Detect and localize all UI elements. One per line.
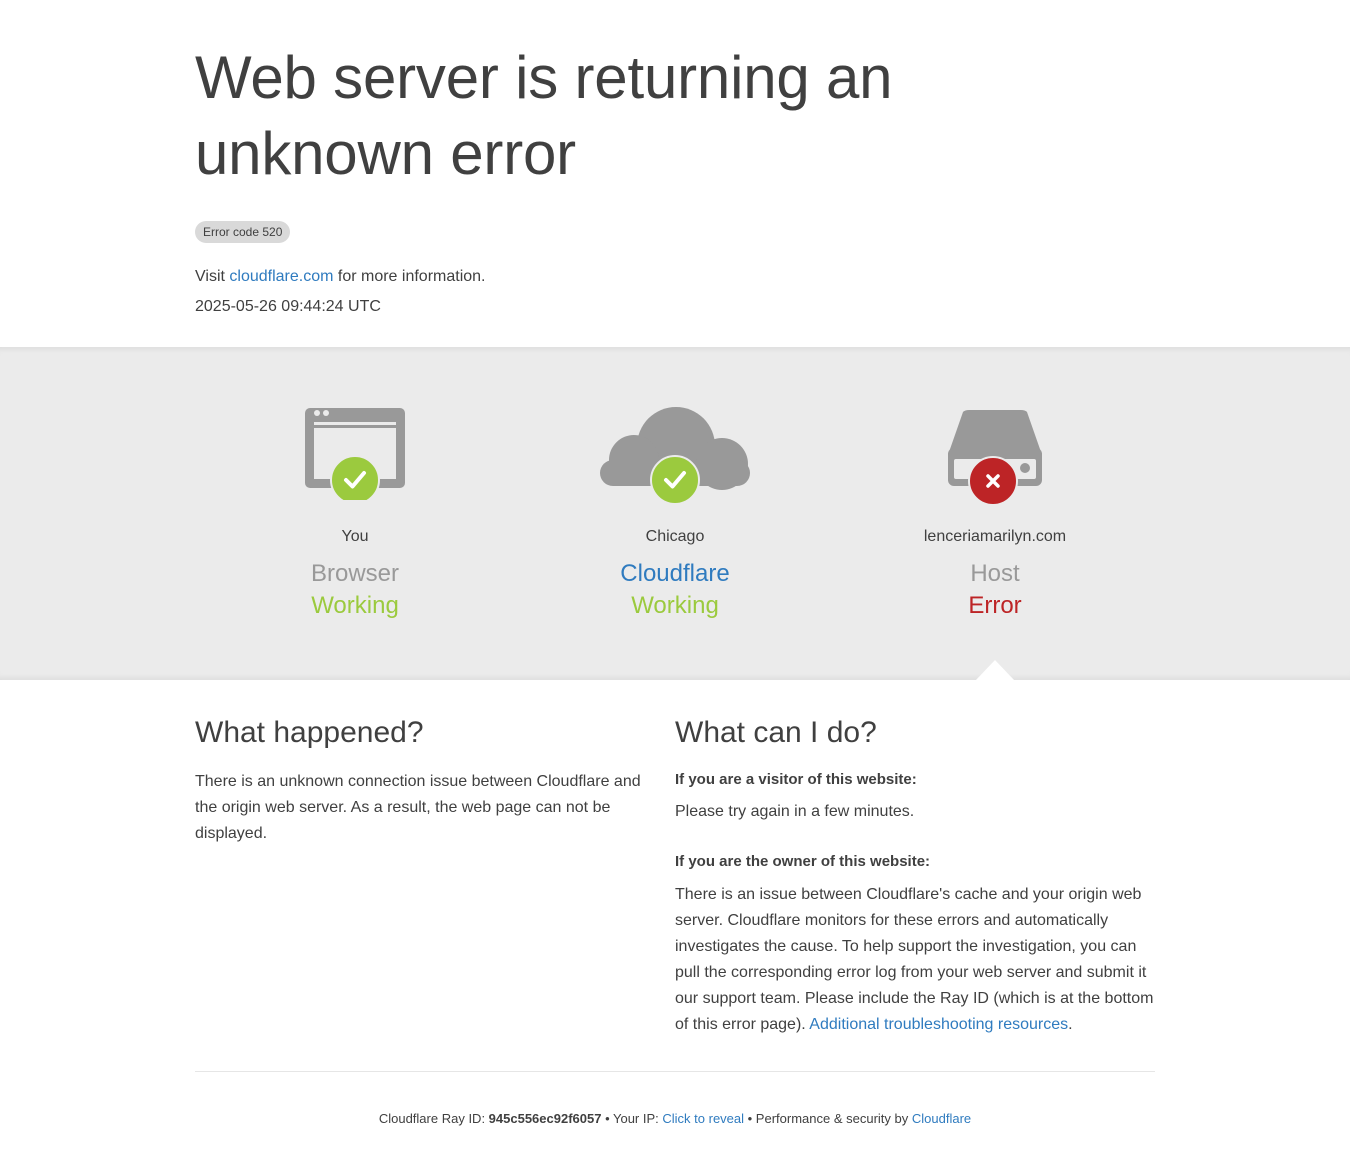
page-title: Web server is returning an unknown error [195,44,893,187]
footer-separator: • Performance & security by [744,1111,912,1126]
footer-separator: • Your IP: [601,1111,663,1126]
error-pointer [975,660,1015,681]
ray-id-label: Cloudflare Ray ID: [378,1111,489,1126]
node-browser: You Browser Working [235,400,475,619]
node-status: Working [631,592,719,619]
footer-divider [195,1071,1155,1072]
troubleshooting-link[interactable]: Additional troubleshooting resources [809,1016,1068,1033]
ray-id-value: 945c556ec92f6057 [488,1111,602,1126]
cloudflare-link[interactable]: cloudflare.com [229,268,333,285]
node-location: lenceriamarilyn.com [923,528,1067,545]
browser-icon [235,400,475,510]
what-happened-body: There is an unknown connection issue bet… [195,773,641,842]
timestamp: 2025-05-26 09:44:24 UTC [195,298,381,315]
reveal-ip-link[interactable]: Click to reveal [662,1111,744,1126]
owner-heading: If you are the owner of this website: [675,853,931,870]
visit-suffix: for more information. [333,268,486,285]
cloudflare-footer-link[interactable]: Cloudflare [912,1111,971,1126]
owner-paragraph: There is an issue between Cloudflare's c… [675,882,1155,1038]
server-icon [875,400,1115,510]
visit-prefix: Visit [195,268,230,285]
owner-link-suffix: . [1068,1016,1073,1033]
node-cloudflare: Chicago Cloudflare Working [555,400,795,619]
footer: Cloudflare Ray ID: 945c556ec92f6057 • Yo… [0,1110,1350,1128]
node-location: You [341,528,369,545]
node-location: Chicago [645,528,705,545]
what-can-i-do-section: What can I do? If you are a visitor of t… [675,715,1155,1033]
cloud-icon [555,400,795,510]
node-type: Browser [310,560,400,587]
node-host: lenceriamarilyn.com Host Error [875,400,1115,619]
visitor-body: Please try again in a few minutes. [675,803,915,820]
what-happened-heading: What happened? [195,716,424,749]
visitor-heading: If you are a visitor of this website: [675,771,917,788]
node-type: Host [970,560,1020,587]
visit-line: Visit cloudflare.com for more informatio… [195,266,486,288]
what-happened-section: What happened? There is an unknown conne… [195,715,645,842]
what-can-i-do-heading: What can I do? [675,716,877,749]
status-band [0,347,1350,680]
error-code-badge: Error code 520 [195,221,291,243]
node-type: Cloudflare [620,560,730,587]
owner-body: There is an issue between Cloudflare's c… [675,886,1154,1033]
node-status: Error [968,592,1022,619]
node-status: Working [311,592,399,619]
